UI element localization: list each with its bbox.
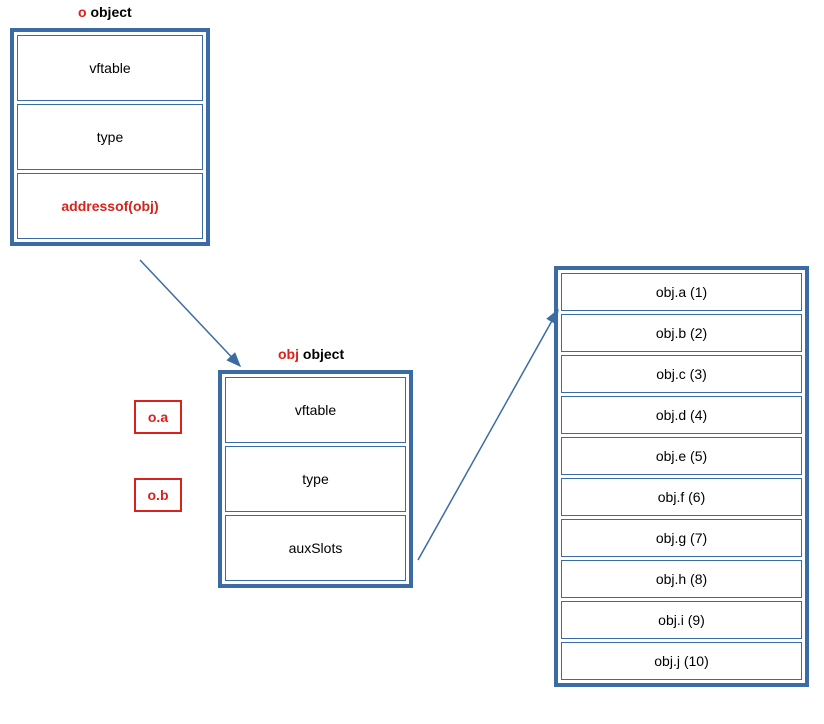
- slot-cell-8: obj.i (9): [561, 601, 802, 639]
- o-cell-addressof: addressof(obj): [17, 173, 203, 239]
- obj-cell-vftable: vftable: [225, 377, 406, 443]
- slot-cell-3: obj.d (4): [561, 396, 802, 434]
- slot-cell-2: obj.c (3): [561, 355, 802, 393]
- obj-object-box: vftable type auxSlots: [218, 370, 413, 588]
- oa-side-box: o.a: [134, 400, 182, 434]
- slot-cell-6: obj.g (7): [561, 519, 802, 557]
- ob-side-box: o.b: [134, 478, 182, 512]
- slot-cell-4: obj.e (5): [561, 437, 802, 475]
- slot-cell-7: obj.h (8): [561, 560, 802, 598]
- slot-cell-1: obj.b (2): [561, 314, 802, 352]
- slot-cell-0: obj.a (1): [561, 273, 802, 311]
- o-object-label: o object: [78, 4, 132, 20]
- o-label-red: o: [78, 4, 87, 20]
- o-cell-vftable: vftable: [17, 35, 203, 101]
- slots-array-box: obj.a (1) obj.b (2) obj.c (3) obj.d (4) …: [554, 266, 809, 687]
- slot-cell-9: obj.j (10): [561, 642, 802, 680]
- o-object-box: vftable type addressof(obj): [10, 28, 210, 246]
- obj-label-rest: object: [299, 346, 344, 362]
- o-label-rest: object: [87, 4, 132, 20]
- obj-cell-auxslots: auxSlots: [225, 515, 406, 581]
- obj-object-label: obj object: [278, 346, 344, 362]
- o-cell-type: type: [17, 104, 203, 170]
- slot-cell-5: obj.f (6): [561, 478, 802, 516]
- obj-cell-type: type: [225, 446, 406, 512]
- obj-label-red: obj: [278, 346, 299, 362]
